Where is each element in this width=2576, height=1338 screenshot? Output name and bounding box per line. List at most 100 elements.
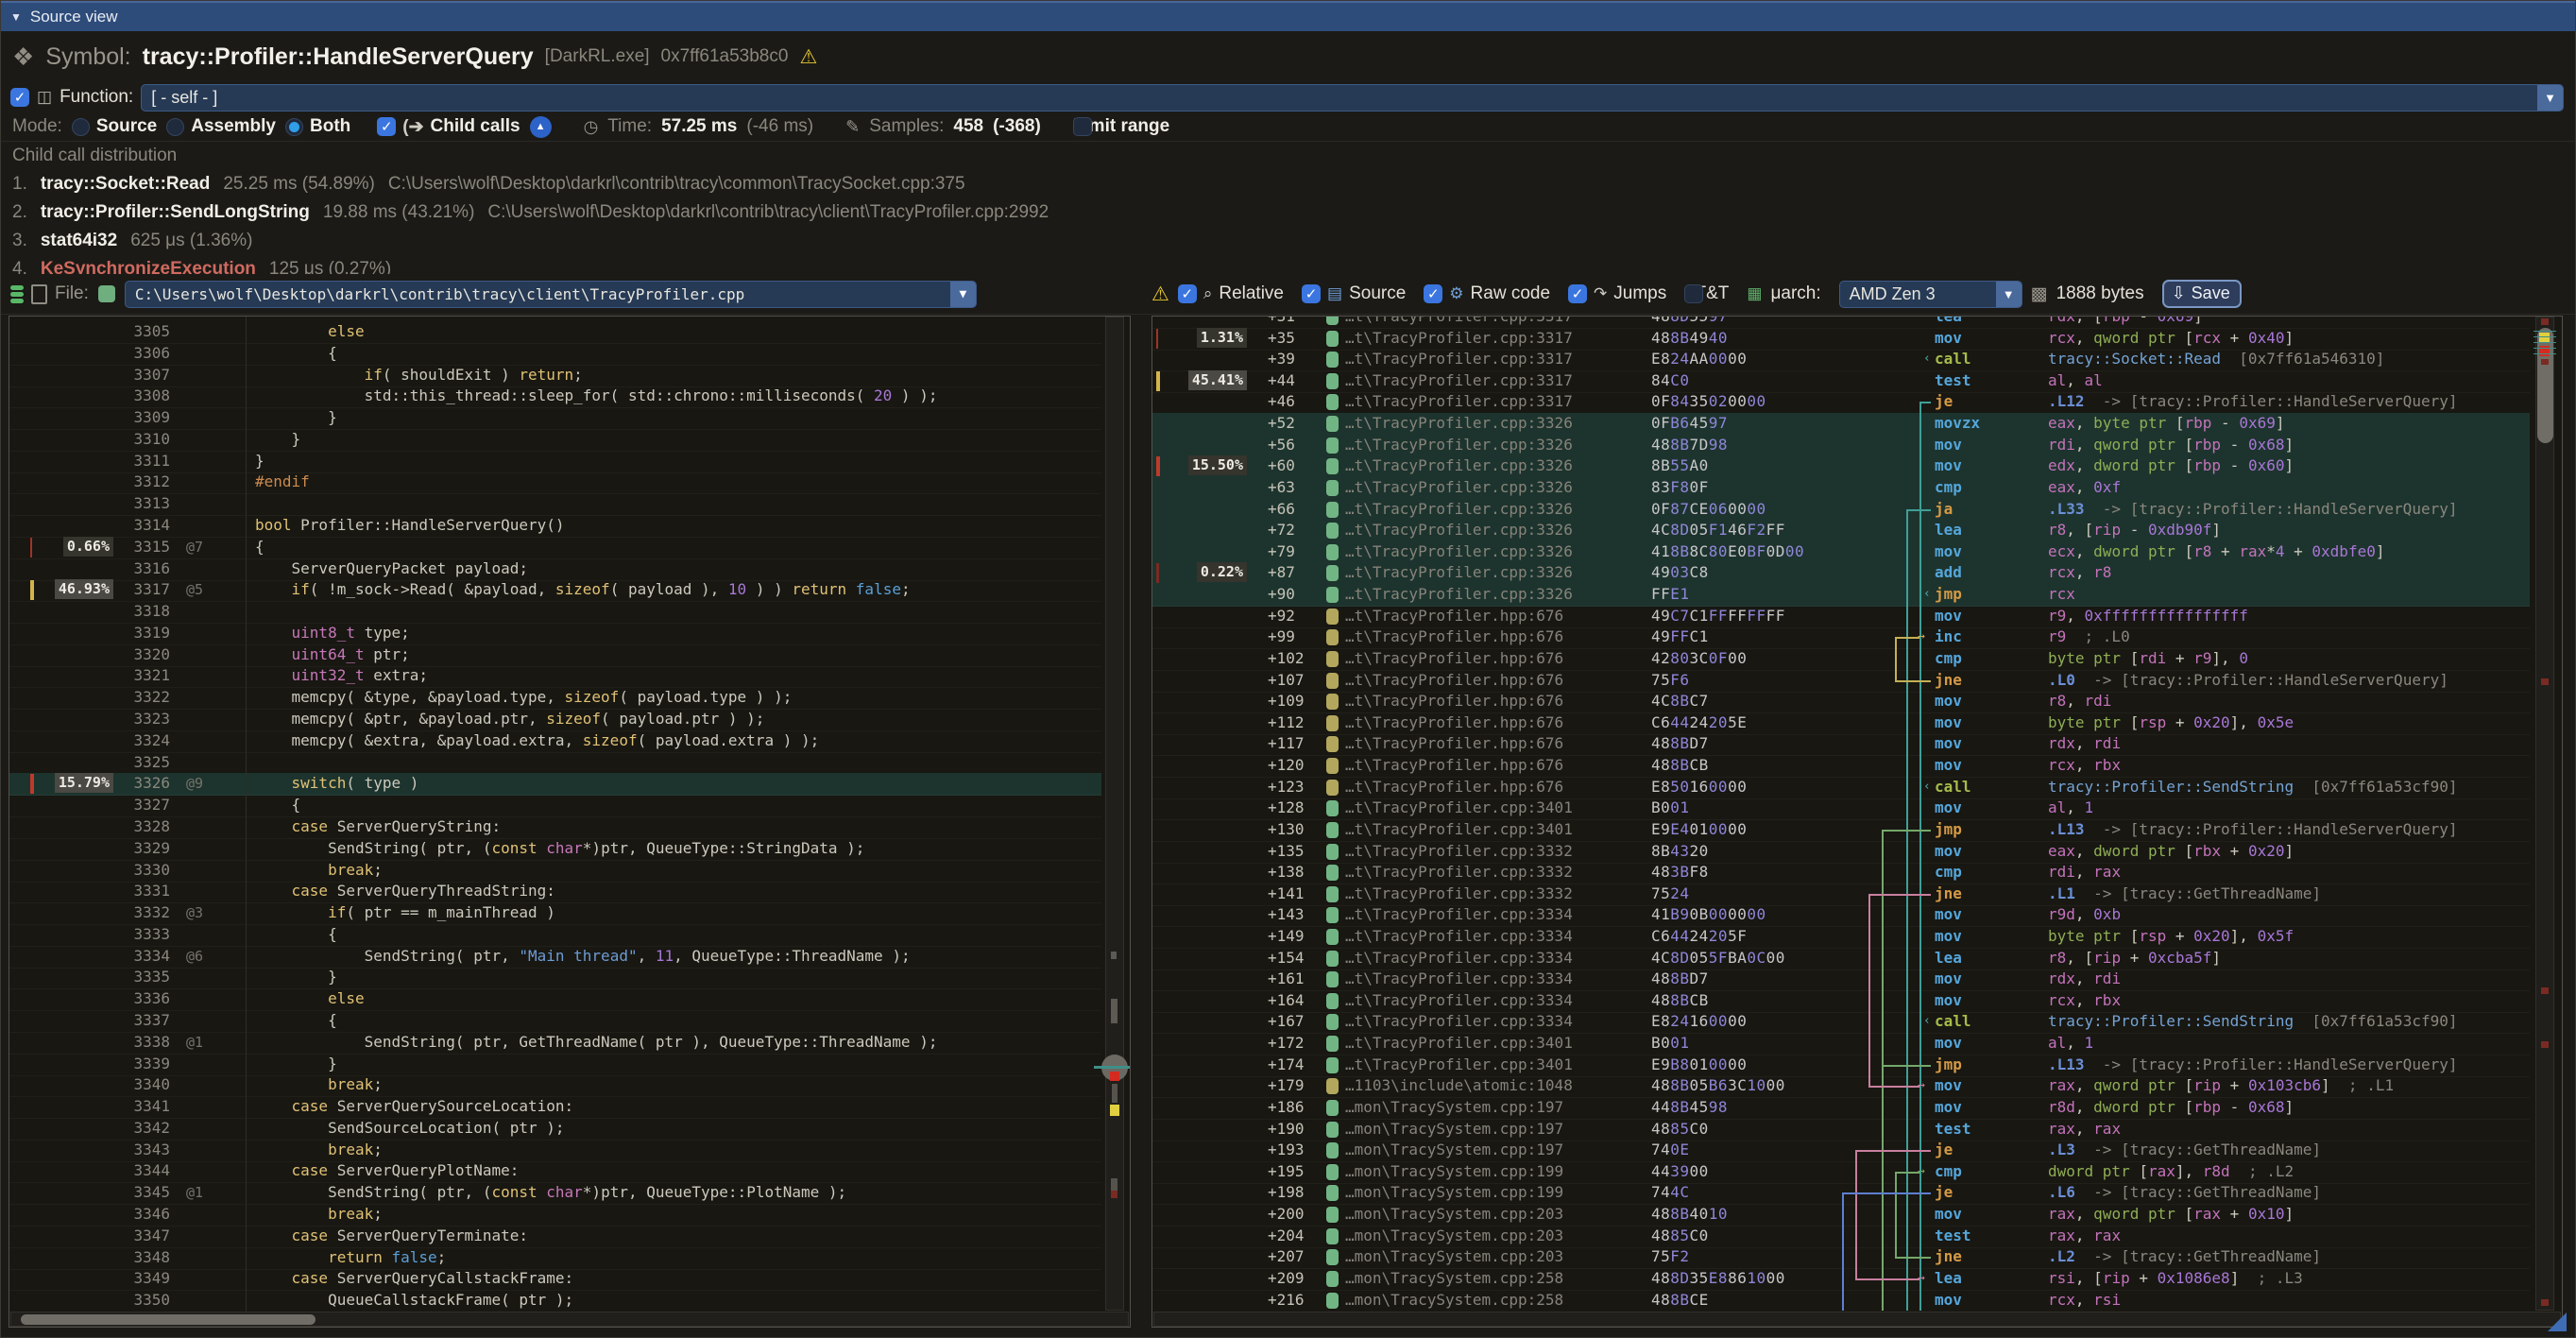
instr-location[interactable]: …t\TracyProfiler.hpp:676: [1345, 777, 1563, 798]
instr-location[interactable]: …t\TracyProfiler.cpp:3326: [1345, 435, 1573, 455]
asm-row[interactable]: +46…t\TracyProfiler.cpp:33170F8435020000…: [1152, 391, 2530, 414]
asm-row[interactable]: +99…t\TracyProfiler.hpp:67649FFC1incr9 ;…: [1152, 626, 2530, 649]
line-number[interactable]: 3327: [121, 795, 170, 815]
instr-offset[interactable]: +138: [1268, 862, 1305, 883]
instr-offset[interactable]: +190: [1268, 1119, 1305, 1140]
asm-row[interactable]: +167…t\TracyProfiler.cpp:3334E824160000‹…: [1152, 1011, 2530, 1034]
line-number[interactable]: 3305: [121, 321, 170, 342]
line-number[interactable]: 3311: [121, 451, 170, 472]
att-checkbox[interactable]: ✓AT&T: [1684, 283, 1738, 304]
instr-location[interactable]: …t\TracyProfiler.cpp:3401: [1345, 1033, 1573, 1054]
instr-location[interactable]: …t\TracyProfiler.hpp:676: [1345, 670, 1563, 691]
source-row[interactable]: 3329 SendString( ptr, (const char*)ptr, …: [9, 838, 1101, 861]
instr-mnemonic[interactable]: lea: [1935, 520, 1962, 540]
asm-row[interactable]: +52…t\TracyProfiler.cpp:33260FB64597movz…: [1152, 413, 2530, 436]
instr-mnemonic[interactable]: mov: [1935, 841, 1962, 862]
title-bar[interactable]: ▼ Source view: [1, 1, 2575, 31]
line-number[interactable]: 3338: [121, 1032, 170, 1053]
line-number[interactable]: 3335: [121, 967, 170, 987]
source-row[interactable]: 3339 }: [9, 1054, 1101, 1076]
checkbox-icon[interactable]: ✓: [1073, 117, 1092, 136]
instr-location[interactable]: …t\TracyProfiler.cpp:3332: [1345, 862, 1573, 883]
instr-mnemonic[interactable]: mov: [1935, 712, 1962, 733]
instr-offset[interactable]: +46: [1268, 391, 1295, 412]
checkbox-icon[interactable]: ✓: [1178, 284, 1197, 303]
instr-offset[interactable]: +198: [1268, 1182, 1305, 1203]
instr-mnemonic[interactable]: jmp: [1935, 584, 1962, 605]
instr-mnemonic[interactable]: mov: [1935, 733, 1962, 754]
line-number[interactable]: 3309: [121, 407, 170, 428]
asm-row[interactable]: +128…t\TracyProfiler.cpp:3401B001moval, …: [1152, 798, 2530, 820]
instr-mnemonic[interactable]: mov: [1935, 1290, 1962, 1311]
source-row[interactable]: 0.66%3315@7{: [9, 537, 1101, 559]
source-row[interactable]: 46.93%3317@5 if( !m_sock->Read( &payload…: [9, 579, 1101, 602]
child-call-item[interactable]: 4.KeSynchronizeExecution125 μs (0.27%): [12, 259, 391, 274]
child-call-item[interactable]: 1.tracy::Socket::Read25.25 ms (54.89%)C:…: [12, 174, 965, 195]
line-number[interactable]: 3325: [121, 752, 170, 773]
line-number[interactable]: 3345: [121, 1182, 170, 1203]
source-checkbox[interactable]: ✓▤Source: [1302, 283, 1415, 304]
checkbox-icon[interactable]: ✓: [1568, 284, 1587, 303]
checkbox-icon[interactable]: ✓: [377, 117, 396, 136]
instr-location[interactable]: …mon\TracySystem.cpp:197: [1345, 1119, 1563, 1140]
instr-offset[interactable]: +149: [1268, 926, 1305, 947]
instr-mnemonic[interactable]: jne: [1935, 883, 1962, 904]
instr-offset[interactable]: +92: [1268, 606, 1295, 626]
instr-mnemonic[interactable]: call: [1935, 777, 1971, 798]
line-number[interactable]: 3313: [121, 493, 170, 514]
line-number[interactable]: 3337: [121, 1010, 170, 1031]
line-number[interactable]: 3326: [121, 773, 170, 794]
instr-offset[interactable]: +209: [1268, 1268, 1305, 1289]
source-row[interactable]: 15.79%3326@9 switch( type ): [9, 773, 1101, 796]
line-number[interactable]: 3310: [121, 429, 170, 450]
asm-row[interactable]: +204…mon\TracySystem.cpp:2034885C0testra…: [1152, 1226, 2530, 1248]
line-number[interactable]: 3329: [121, 838, 170, 859]
instr-location[interactable]: …t\TracyProfiler.cpp:3317: [1345, 316, 1573, 327]
instr-offset[interactable]: +193: [1268, 1140, 1305, 1160]
source-row[interactable]: 3320 uint64_t ptr;: [9, 644, 1101, 667]
instr-location[interactable]: …t\TracyProfiler.cpp:3401: [1345, 798, 1573, 818]
instr-mnemonic[interactable]: cmp: [1935, 862, 1962, 883]
instr-location[interactable]: …t\TracyProfiler.cpp:3317: [1345, 349, 1573, 369]
asm-row[interactable]: +186…mon\TracySystem.cpp:197448B4598movr…: [1152, 1097, 2530, 1120]
instr-offset[interactable]: +31: [1268, 316, 1295, 327]
source-row[interactable]: 3328 case ServerQueryString:: [9, 816, 1101, 839]
source-row[interactable]: 3349 case ServerQueryCallstackFrame:: [9, 1268, 1101, 1291]
instr-location[interactable]: …mon\TracySystem.cpp:258: [1345, 1268, 1563, 1289]
instr-mnemonic[interactable]: jne: [1935, 670, 1962, 691]
source-row[interactable]: 3350 QueueCallstackFrame( ptr );: [9, 1290, 1101, 1312]
asm-row[interactable]: +112…t\TracyProfiler.hpp:676C64424205Emo…: [1152, 712, 2530, 735]
instr-mnemonic[interactable]: cmp: [1935, 1161, 1962, 1182]
asm-row[interactable]: +39…t\TracyProfiler.cpp:3317E824AA0000‹c…: [1152, 349, 2530, 371]
source-row[interactable]: 3336 else: [9, 988, 1101, 1011]
instr-offset[interactable]: +44: [1268, 370, 1295, 391]
asm-row[interactable]: +154…t\TracyProfiler.cpp:33344C8D055FBA0…: [1152, 948, 2530, 970]
instr-offset[interactable]: +87: [1268, 562, 1295, 583]
source-row[interactable]: 3321 uint32_t extra;: [9, 665, 1101, 688]
instr-mnemonic[interactable]: jne: [1935, 1246, 1962, 1267]
instr-mnemonic[interactable]: mov: [1935, 1097, 1962, 1118]
asm-row[interactable]: +63…t\TracyProfiler.cpp:332683F80Fcmpeax…: [1152, 477, 2530, 500]
line-number[interactable]: 3341: [121, 1096, 170, 1117]
line-number[interactable]: 3314: [121, 515, 170, 536]
instr-offset[interactable]: +112: [1268, 712, 1305, 733]
instr-mnemonic[interactable]: call: [1935, 1011, 1971, 1032]
line-number[interactable]: 3334: [121, 946, 170, 967]
instr-offset[interactable]: +167: [1268, 1011, 1305, 1032]
instr-location[interactable]: …t\TracyProfiler.hpp:676: [1345, 691, 1563, 712]
source-row[interactable]: 3332@3 if( ptr == m_mainThread ): [9, 902, 1101, 925]
instr-mnemonic[interactable]: mov: [1935, 541, 1962, 562]
relative-checkbox[interactable]: ✓⌕Relative: [1178, 283, 1293, 304]
line-number[interactable]: 3332: [121, 902, 170, 923]
instr-location[interactable]: …t\TracyProfiler.cpp:3326: [1345, 477, 1573, 498]
line-number[interactable]: 3316: [121, 558, 170, 579]
source-row[interactable]: 3316 ServerQueryPacket payload;: [9, 558, 1101, 581]
instr-location[interactable]: …mon\TracySystem.cpp:197: [1345, 1140, 1563, 1160]
instr-location[interactable]: …t\TracyProfiler.hpp:676: [1345, 626, 1563, 647]
instr-mnemonic[interactable]: test: [1935, 370, 1971, 391]
raw-code-checkbox[interactable]: ✓⚙Raw code: [1424, 283, 1560, 304]
instr-location[interactable]: …mon\TracySystem.cpp:203: [1345, 1226, 1563, 1246]
line-number[interactable]: 3318: [121, 601, 170, 622]
line-number[interactable]: 3323: [121, 709, 170, 729]
instr-offset[interactable]: +120: [1268, 755, 1305, 776]
